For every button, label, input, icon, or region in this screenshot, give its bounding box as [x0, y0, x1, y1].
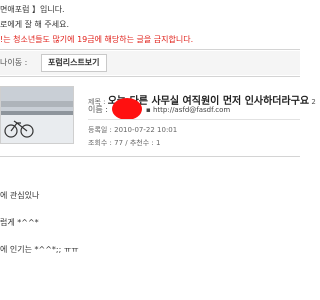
header-divider: [0, 156, 300, 157]
forum-list-button[interactable]: 포럼리스트보기: [41, 54, 107, 72]
post-thumbnail[interactable]: [0, 86, 74, 144]
notice-warning: !는 청소년들도 많기에 19금에 해당하는 글을 금지합니다.: [0, 35, 194, 44]
notice-divider: [0, 49, 300, 50]
author-name-redaction: [112, 98, 142, 120]
author-homepage-link[interactable]: http://asfd@fasdf.com: [153, 106, 230, 114]
author-homepage[interactable]: ▪ http://asfd@fasdf.com: [146, 106, 230, 114]
navigation-bar: 나이동 : 포럼리스트보기: [0, 51, 300, 75]
nav-label: 나이동 :: [0, 58, 28, 67]
post-date: 등록일 : 2010-07-22 10:01: [88, 126, 178, 134]
post-body-line: 에 인기는 *^^*;; ㅠㅠ: [0, 245, 79, 254]
comment-count: 2: [311, 98, 316, 106]
meta-divider: [88, 119, 300, 120]
notice-line-1: 면애포럼 】입니다.: [0, 5, 65, 14]
notice-line-2: 로에게 잘 해 주세요.: [0, 20, 70, 29]
nav-divider: [0, 76, 300, 77]
post-body-line: 럽게 *^^*: [0, 218, 39, 227]
post-body-line: 에 관심있나: [0, 191, 40, 200]
post-stats: 조회수 : 77 / 추천수 : 1: [88, 139, 161, 147]
home-icon: ▪: [146, 106, 151, 114]
author-label: 이름 :: [88, 105, 108, 114]
